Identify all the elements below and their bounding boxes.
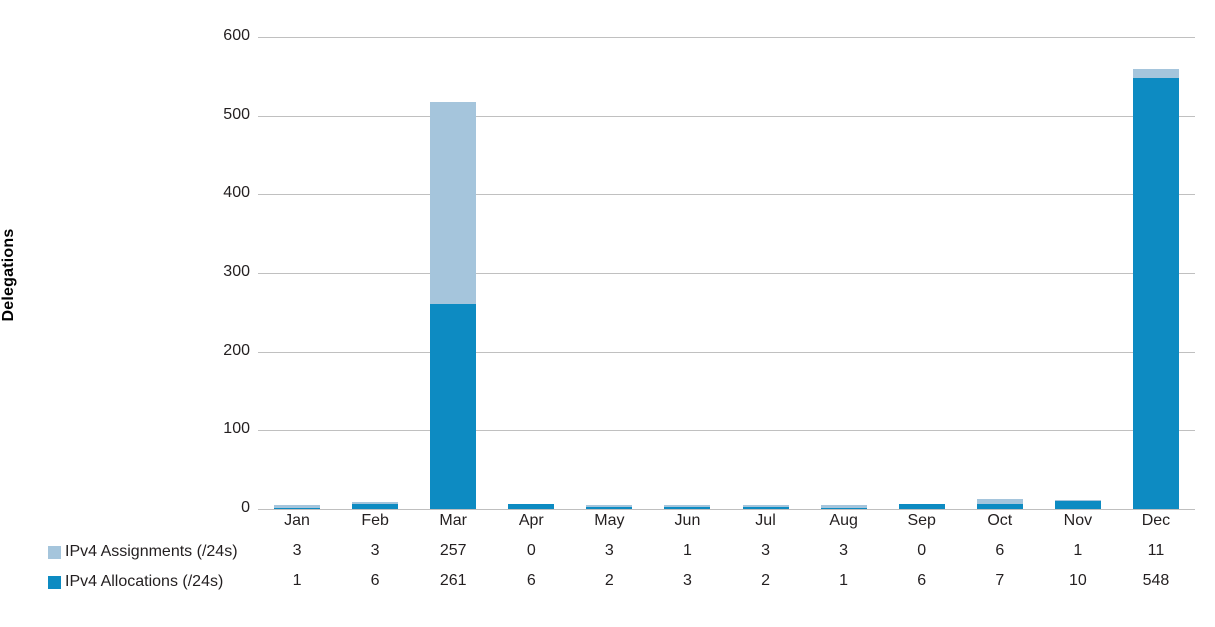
table-cell: 7 [995,572,1005,589]
x-axis-tick-label: Jan [284,512,310,529]
table-cell: 2 [761,572,770,589]
bar-group[interactable] [820,37,867,509]
legend-swatch-icon [48,575,61,589]
table-cell: 3 [761,542,770,559]
x-axis-tick-label: Apr [518,512,544,529]
table-cell: 261 [439,572,467,589]
bar-segment-allocations[interactable] [430,303,477,509]
x-axis-line [258,509,1195,510]
legend-label: IPv4 Assignments (/24s) [65,543,238,560]
y-axis-title: Delegations [0,228,17,322]
table-cell: 0 [917,542,927,559]
y-axis-tick-label: 200 [223,341,250,359]
legend-label: IPv4 Allocations (/24s) [65,573,224,590]
table-cell: 10 [1068,572,1087,589]
y-axis-tick-label: 0 [241,499,250,516]
bar-group[interactable] [586,37,633,509]
x-axis-tick-label: Dec [1141,512,1171,529]
legend-entry[interactable]: IPv4 Allocations (/24s) [48,568,223,596]
bar-group[interactable] [664,37,711,509]
table-cell: 3 [370,542,380,559]
bar-group[interactable] [898,37,945,509]
bar-group[interactable] [1132,37,1179,509]
x-axis-tick-label: Oct [987,512,1013,529]
bar-group[interactable] [742,37,789,509]
table-cell: 6 [917,572,927,589]
table-cell: 3 [604,542,614,559]
table-cell: 548 [1142,572,1170,589]
table-cell: 3 [683,572,692,589]
chart-container: Delegations 0 100 200 300 400 500 600 Jan Feb Ma… [0,0,1215,627]
table-cell: 1 [683,542,692,559]
table-row: IPv4 Assignments (/24s) 3 3 257 0 3 1 3 3 0 6 1 11 [0,538,1215,566]
legend-entry[interactable]: IPv4 Assignments (/24s) [48,538,238,566]
table-cell: 11 [1147,542,1165,559]
table-cell: 0 [526,542,536,559]
x-axis-tick-label: Jul [755,512,776,529]
bar-group[interactable] [976,37,1023,509]
data-table: IPv4 Assignments (/24s) 3 3 257 0 3 1 3 3 0 6 1 11 IP… [0,538,1215,598]
x-axis-tick-label: Feb [361,512,389,529]
x-axis-tick-label: Nov [1063,512,1093,529]
bar-segment-assignments[interactable] [586,505,633,508]
table-cell: 3 [839,542,849,559]
table-cell: 2 [604,572,614,589]
bar-group[interactable] [274,37,321,509]
table-cell: 6 [995,542,1005,559]
y-axis-tick-label: 300 [223,263,250,280]
x-axis-tick-label: Mar [439,512,467,529]
table-cell: 6 [526,572,536,589]
y-axis-tick-label: 600 [223,27,250,44]
x-axis-tick-label: May [594,512,625,529]
bar-segment-assignments[interactable] [742,505,789,508]
bar-group[interactable] [430,37,477,509]
table-cell: 1 [839,572,849,589]
bar-segment-assignments[interactable] [1054,499,1101,502]
table-cell: 6 [370,572,380,589]
bar-segment-assignments[interactable] [430,101,477,304]
x-axis-tick-label: Aug [829,512,858,529]
y-axis-tick-label: 500 [223,105,250,123]
table-cell: 257 [439,542,467,559]
bar-segment-assignments[interactable] [352,501,399,505]
bar-segment-assignments[interactable] [976,498,1023,504]
x-axis-category-labels: Jan Feb Mar Apr May Jun Jul Aug Sep Oct Nov Dec [258,512,1195,536]
x-axis-tick-label: Jun [674,512,701,529]
bar-segment-assignments[interactable] [664,505,711,507]
y-axis-tick-label: 100 [223,420,250,438]
bar-segment-allocations[interactable] [1054,501,1101,509]
bar-group[interactable] [508,37,555,509]
bar-segment-assignments[interactable] [1132,69,1179,78]
bar-group[interactable] [1054,37,1101,509]
table-cell: 1 [292,572,302,589]
bar-segment-assignments[interactable] [820,505,867,508]
table-cell: 3 [292,542,302,559]
table-cell: 1 [1073,542,1083,559]
bar-segment-assignments[interactable] [274,505,321,508]
table-row: IPv4 Allocations (/24s) 1 6 261 6 2 3 2 1 6 7 10 548 [0,568,1215,596]
x-axis-tick-label: Sep [907,512,936,529]
bar-group[interactable] [352,37,399,509]
plot-area [258,37,1195,509]
y-axis-tick-labels: 0 100 200 300 400 500 600 [125,27,383,516]
y-axis-tick-label: 400 [223,184,250,202]
legend-swatch-icon [48,545,61,559]
bar-segment-allocations[interactable] [1132,77,1179,509]
